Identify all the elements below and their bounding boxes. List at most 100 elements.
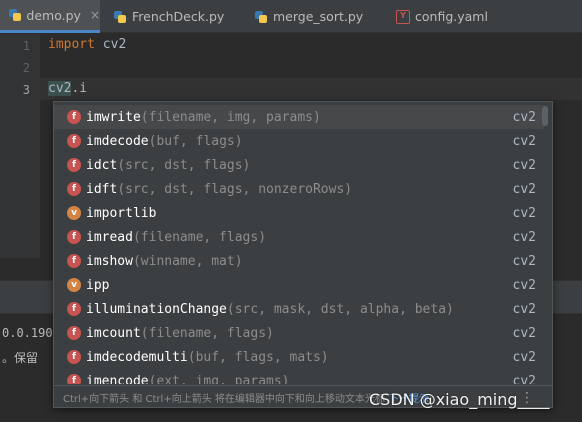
matched-prefix: im	[86, 349, 102, 365]
completion-scrollbar[interactable]	[542, 106, 548, 126]
completion-item[interactable]: v importlib cv2	[54, 201, 544, 225]
matched-prefix: i	[86, 301, 94, 317]
completion-type: cv2	[512, 373, 536, 385]
close-tab-icon[interactable]: ×	[90, 8, 100, 22]
completion-type: cv2	[512, 133, 536, 149]
completion-item[interactable]: f imencode (ext, img, params) cv2	[54, 369, 544, 384]
matched-prefix: im	[86, 109, 102, 125]
completion-name: ipp	[86, 278, 109, 293]
function-icon: f	[67, 230, 81, 244]
line-number: 2	[22, 61, 30, 75]
watermark: CSDN @xiao_ming____	[369, 390, 550, 409]
completion-item[interactable]: f imwrite (filename, img, params) cv2	[54, 105, 544, 129]
function-icon: f	[67, 110, 81, 124]
matched-prefix: i	[86, 277, 94, 293]
tab-frenchdeck-py[interactable]: FrenchDeck.py	[113, 0, 248, 33]
completion-item[interactable]: f imcount (filename, flags) cv2	[54, 321, 544, 345]
completion-params: (src, dst, flags, nonzeroRows)	[117, 181, 353, 197]
matched-prefix: im	[86, 325, 102, 341]
name-rest: mportlib	[93, 205, 157, 221]
completion-item[interactable]: f idft (src, dst, flags, nonzeroRows) cv2	[54, 177, 544, 201]
name-rest: count	[101, 325, 141, 341]
tab-merge-sort-py[interactable]: merge_sort.py	[254, 0, 384, 33]
python-file-icon	[254, 10, 268, 24]
completion-item[interactable]: f idct (src, dst, flags) cv2	[54, 153, 544, 177]
name-rest: decode	[101, 133, 149, 149]
completion-item[interactable]: f imdecode (buf, flags) cv2	[54, 129, 544, 153]
name-rest: encode	[101, 373, 149, 385]
tab-config-yaml[interactable]: Y config.yaml	[396, 0, 506, 33]
code-completion-popup[interactable]: f imwrite (filename, img, params) cv2 f imdec…	[53, 101, 553, 408]
completion-item[interactable]: f imdecodemulti (buf, flags, mats) cv2	[54, 345, 544, 369]
completion-name: imcount	[86, 326, 141, 341]
completion-params: (ext, img, params)	[148, 373, 290, 385]
completion-type: cv2	[512, 277, 536, 293]
completion-params: (buf, flags)	[148, 133, 243, 149]
matched-prefix: im	[86, 253, 102, 269]
completion-type: cv2	[512, 157, 536, 173]
completion-item[interactable]: f imshow (winname, mat) cv2	[54, 249, 544, 273]
completion-params: (src, mask, dst, alpha, beta)	[226, 301, 454, 317]
name-rest: dft	[93, 181, 118, 197]
completion-name: importlib	[86, 206, 156, 221]
completion-params: (filename, flags)	[140, 325, 274, 341]
completion-type: cv2	[512, 325, 536, 341]
variable-icon: v	[67, 206, 81, 220]
completion-item[interactable]: f illuminationChange (src, mask, dst, alph…	[54, 297, 544, 321]
tab-demo-py[interactable]: demo.py ×	[0, 0, 100, 33]
completion-type: cv2	[512, 181, 536, 197]
completion-name: imwrite	[86, 110, 141, 125]
name-rest: decodemulti	[101, 349, 188, 365]
completion-name: imdecode	[86, 134, 149, 149]
matched-prefix: i	[86, 157, 94, 173]
import-keyword: import	[48, 37, 95, 52]
yaml-file-icon: Y	[396, 9, 410, 24]
console-output-line: 。保留	[2, 351, 39, 365]
module-reference: cv2	[48, 81, 72, 96]
variable-icon: v	[67, 278, 81, 292]
completion-item[interactable]: f imread (filename, flags) cv2	[54, 225, 544, 249]
completion-list[interactable]: f imwrite (filename, img, params) cv2 f imdec…	[54, 105, 544, 384]
matched-prefix: im	[86, 133, 102, 149]
completion-type: cv2	[512, 205, 536, 221]
completion-params: (src, dst, flags)	[117, 157, 251, 173]
matched-prefix: i	[86, 205, 94, 221]
function-icon: f	[67, 350, 81, 364]
completion-name: imread	[86, 230, 133, 245]
function-icon: f	[67, 182, 81, 196]
completion-type: cv2	[512, 109, 536, 125]
tab-label: demo.py	[26, 7, 81, 23]
name-rest: show	[101, 253, 133, 269]
completion-params: (buf, flags, mats)	[187, 349, 329, 365]
completion-name: idft	[86, 182, 117, 197]
code-line-3[interactable]: cv2.i	[48, 81, 87, 96]
matched-prefix: im	[86, 229, 102, 245]
function-icon: f	[67, 374, 81, 384]
completion-name: illuminationChange	[86, 302, 227, 317]
current-line-highlight	[0, 78, 582, 100]
completion-params: (filename, flags)	[132, 229, 267, 245]
name-rest: dct	[93, 157, 118, 173]
name-rest: pp	[93, 277, 110, 293]
completion-params: (filename, img, params)	[140, 109, 321, 125]
line-number: 1	[22, 39, 30, 53]
completion-type: cv2	[512, 349, 536, 365]
line-number: 3	[22, 83, 30, 97]
typed-text: .i	[71, 81, 88, 96]
tab-label: FrenchDeck.py	[132, 9, 225, 24]
tab-label: config.yaml	[415, 9, 488, 24]
function-icon: f	[67, 158, 81, 172]
completion-item[interactable]: v ipp cv2	[54, 273, 544, 297]
code-line-1[interactable]: import cv2	[48, 37, 126, 52]
name-rest: read	[101, 229, 133, 245]
name-rest: lluminationChange	[93, 301, 227, 317]
footer-hint: Ctrl+向下箭头 和 Ctrl+向上箭头 将在编辑器中向下和向上移动文本光标	[63, 394, 385, 405]
matched-prefix: im	[86, 373, 102, 385]
tab-label: merge_sort.py	[273, 9, 364, 24]
completion-name: imshow	[86, 254, 133, 269]
matched-prefix: i	[86, 181, 94, 197]
module-name: cv2	[94, 37, 127, 52]
completion-name: imencode	[86, 374, 149, 385]
console-output-line: 0.0.190	[2, 326, 53, 340]
function-icon: f	[67, 326, 81, 340]
